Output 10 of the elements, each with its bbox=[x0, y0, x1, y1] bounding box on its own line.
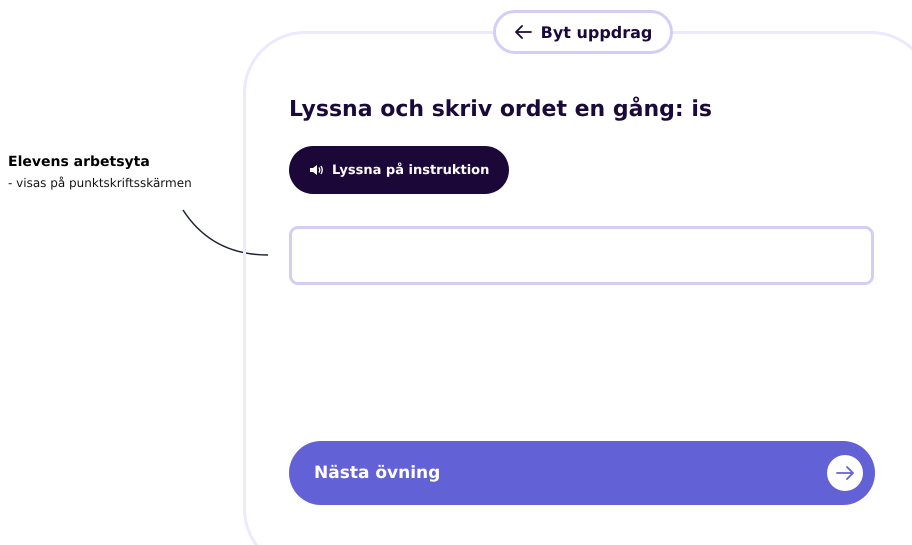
task-heading: Lyssna och skriv ordet en gång: is bbox=[289, 96, 712, 124]
listen-button[interactable]: Lyssna på instruktion bbox=[289, 146, 510, 194]
arrow-left-icon bbox=[514, 25, 532, 39]
speaker-icon bbox=[309, 164, 323, 176]
answer-field[interactable] bbox=[289, 226, 874, 285]
annotation-text: - visas på punktskriftsskärmen bbox=[8, 176, 192, 190]
arrow-right-icon bbox=[827, 455, 863, 491]
annotation-title: Elevens arbetsyta bbox=[8, 154, 151, 170]
next-button[interactable]: Nästa övning bbox=[289, 441, 875, 505]
back-button[interactable]: Byt uppdrag bbox=[493, 10, 673, 54]
